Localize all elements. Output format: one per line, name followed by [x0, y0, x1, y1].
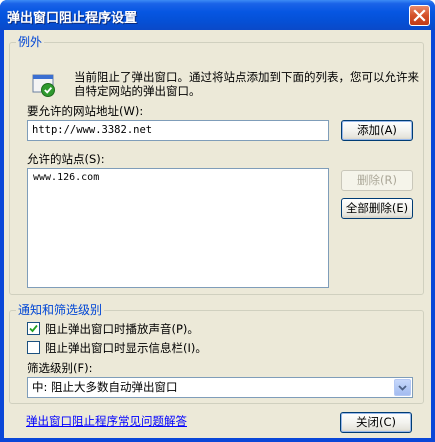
- filter-level-select[interactable]: 中: 阻止大多数自动弹出窗口: [27, 377, 413, 398]
- faq-link[interactable]: 弹出窗口阻止程序常见问题解答: [26, 414, 187, 428]
- address-label: 要允许的网站地址(W):: [27, 104, 144, 118]
- close-window-icon[interactable]: [409, 5, 430, 26]
- popup-shield-icon: [32, 74, 55, 97]
- address-input[interactable]: http://www.3382.net: [27, 120, 329, 141]
- filter-level-label: 筛选级别(F):: [27, 361, 93, 375]
- remove-all-button[interactable]: 全部删除(E): [341, 198, 413, 219]
- exceptions-group-label: 例外: [16, 35, 45, 49]
- dropdown-arrow[interactable]: [394, 379, 411, 396]
- remove-button[interactable]: 删除(R): [341, 170, 413, 191]
- title-bar[interactable]: 弹出窗口阻止程序设置: [0, 0, 435, 30]
- info-text: 当前阻止了弹出窗口。通过将站点添加到下面的列表，您可以允许来自特定网站的弹出窗口…: [74, 70, 419, 98]
- show-infobar-label[interactable]: 阻止弹出窗口时显示信息栏(I)。: [45, 341, 207, 355]
- play-sound-label[interactable]: 阻止弹出窗口时播放声音(P)。: [45, 322, 199, 336]
- allowed-sites-list[interactable]: www.126.com: [27, 168, 329, 288]
- filter-level-value: 中: 阻止大多数自动弹出窗口: [32, 380, 178, 394]
- close-button[interactable]: 关闭(C): [340, 412, 412, 433]
- exceptions-group: 例外 当前阻止了弹出窗口。通过将站点添加到下面的列表，您可以允许来自特定网站的弹…: [9, 35, 424, 295]
- notify-group-label: 通知和筛选级别: [16, 303, 105, 317]
- allowed-sites-label: 允许的站点(S):: [27, 152, 105, 166]
- play-sound-checkbox[interactable]: [27, 322, 40, 335]
- show-infobar-checkbox[interactable]: [27, 341, 40, 354]
- checkmark-icon: [29, 324, 38, 333]
- popup-blocker-settings-window: 弹出窗口阻止程序设置 例外 当前阻止了弹出窗口。通过将站点添加到下面的列表，您可…: [0, 0, 435, 442]
- window-title: 弹出窗口阻止程序设置: [7, 11, 138, 26]
- add-button[interactable]: 添加(A): [341, 120, 413, 141]
- dialog-body: 例外 当前阻止了弹出窗口。通过将站点添加到下面的列表，您可以允许来自特定网站的弹…: [4, 30, 431, 438]
- list-item[interactable]: www.126.com: [33, 171, 323, 184]
- chevron-down-icon: [398, 385, 407, 391]
- notify-filter-group: 通知和筛选级别 阻止弹出窗口时播放声音(P)。 阻止弹出窗口时显示信息栏(I)。…: [9, 303, 424, 404]
